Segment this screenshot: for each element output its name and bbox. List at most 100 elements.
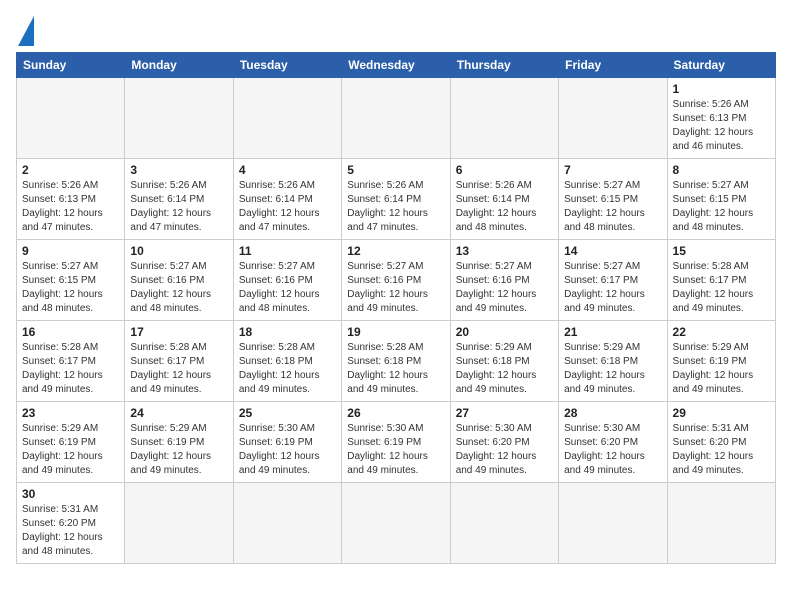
- day-info: Sunrise: 5:27 AMSunset: 6:17 PMDaylight:…: [564, 261, 645, 314]
- calendar-day-cell: 17 Sunrise: 5:28 AMSunset: 6:17 PMDaylig…: [125, 321, 233, 402]
- calendar-day-cell: [233, 78, 341, 159]
- calendar-day-cell: 9 Sunrise: 5:27 AMSunset: 6:15 PMDayligh…: [17, 240, 125, 321]
- day-info: Sunrise: 5:30 AMSunset: 6:20 PMDaylight:…: [456, 423, 537, 476]
- calendar-day-cell: 7 Sunrise: 5:27 AMSunset: 6:15 PMDayligh…: [559, 159, 667, 240]
- day-number: 26: [347, 406, 444, 420]
- day-info: Sunrise: 5:26 AMSunset: 6:13 PMDaylight:…: [673, 99, 754, 152]
- calendar-day-cell: 29 Sunrise: 5:31 AMSunset: 6:20 PMDaylig…: [667, 402, 775, 483]
- calendar-day-cell: 23 Sunrise: 5:29 AMSunset: 6:19 PMDaylig…: [17, 402, 125, 483]
- calendar-day-cell: 18 Sunrise: 5:28 AMSunset: 6:18 PMDaylig…: [233, 321, 341, 402]
- calendar-header-row: SundayMondayTuesdayWednesdayThursdayFrid…: [17, 53, 776, 78]
- day-number: 10: [130, 244, 227, 258]
- day-info: Sunrise: 5:28 AMSunset: 6:17 PMDaylight:…: [22, 342, 103, 395]
- day-number: 30: [22, 487, 119, 501]
- day-number: 24: [130, 406, 227, 420]
- day-info: Sunrise: 5:26 AMSunset: 6:14 PMDaylight:…: [239, 180, 320, 233]
- day-number: 20: [456, 325, 553, 339]
- day-info: Sunrise: 5:27 AMSunset: 6:16 PMDaylight:…: [130, 261, 211, 314]
- calendar-day-cell: [450, 78, 558, 159]
- day-info: Sunrise: 5:30 AMSunset: 6:19 PMDaylight:…: [239, 423, 320, 476]
- day-number: 18: [239, 325, 336, 339]
- day-number: 15: [673, 244, 770, 258]
- calendar-week-row: 1 Sunrise: 5:26 AMSunset: 6:13 PMDayligh…: [17, 78, 776, 159]
- day-number: 21: [564, 325, 661, 339]
- calendar-day-cell: 10 Sunrise: 5:27 AMSunset: 6:16 PMDaylig…: [125, 240, 233, 321]
- day-number: 12: [347, 244, 444, 258]
- day-info: Sunrise: 5:26 AMSunset: 6:13 PMDaylight:…: [22, 180, 103, 233]
- calendar-table: SundayMondayTuesdayWednesdayThursdayFrid…: [16, 52, 776, 564]
- day-info: Sunrise: 5:29 AMSunset: 6:19 PMDaylight:…: [130, 423, 211, 476]
- calendar-day-cell: [559, 78, 667, 159]
- day-number: 23: [22, 406, 119, 420]
- calendar-day-cell: 11 Sunrise: 5:27 AMSunset: 6:16 PMDaylig…: [233, 240, 341, 321]
- calendar-day-cell: 30 Sunrise: 5:31 AMSunset: 6:20 PMDaylig…: [17, 483, 125, 564]
- calendar-day-cell: 2 Sunrise: 5:26 AMSunset: 6:13 PMDayligh…: [17, 159, 125, 240]
- logo: [16, 16, 34, 46]
- day-number: 9: [22, 244, 119, 258]
- calendar-day-cell: [125, 78, 233, 159]
- day-number: 6: [456, 163, 553, 177]
- calendar-day-cell: [17, 78, 125, 159]
- page-header: [16, 16, 776, 46]
- day-info: Sunrise: 5:29 AMSunset: 6:18 PMDaylight:…: [456, 342, 537, 395]
- day-info: Sunrise: 5:26 AMSunset: 6:14 PMDaylight:…: [130, 180, 211, 233]
- day-of-week-header: Monday: [125, 53, 233, 78]
- calendar-day-cell: 3 Sunrise: 5:26 AMSunset: 6:14 PMDayligh…: [125, 159, 233, 240]
- calendar-day-cell: [342, 483, 450, 564]
- day-info: Sunrise: 5:28 AMSunset: 6:18 PMDaylight:…: [347, 342, 428, 395]
- day-info: Sunrise: 5:27 AMSunset: 6:15 PMDaylight:…: [22, 261, 103, 314]
- day-number: 29: [673, 406, 770, 420]
- calendar-day-cell: 6 Sunrise: 5:26 AMSunset: 6:14 PMDayligh…: [450, 159, 558, 240]
- calendar-day-cell: [450, 483, 558, 564]
- calendar-day-cell: [125, 483, 233, 564]
- day-info: Sunrise: 5:27 AMSunset: 6:16 PMDaylight:…: [239, 261, 320, 314]
- day-info: Sunrise: 5:26 AMSunset: 6:14 PMDaylight:…: [456, 180, 537, 233]
- calendar-day-cell: 15 Sunrise: 5:28 AMSunset: 6:17 PMDaylig…: [667, 240, 775, 321]
- calendar-day-cell: 8 Sunrise: 5:27 AMSunset: 6:15 PMDayligh…: [667, 159, 775, 240]
- day-number: 8: [673, 163, 770, 177]
- calendar-day-cell: [233, 483, 341, 564]
- calendar-day-cell: 28 Sunrise: 5:30 AMSunset: 6:20 PMDaylig…: [559, 402, 667, 483]
- logo-triangle-icon: [18, 16, 34, 46]
- day-number: 4: [239, 163, 336, 177]
- day-number: 27: [456, 406, 553, 420]
- calendar-day-cell: 4 Sunrise: 5:26 AMSunset: 6:14 PMDayligh…: [233, 159, 341, 240]
- day-info: Sunrise: 5:29 AMSunset: 6:19 PMDaylight:…: [673, 342, 754, 395]
- day-info: Sunrise: 5:31 AMSunset: 6:20 PMDaylight:…: [673, 423, 754, 476]
- day-info: Sunrise: 5:28 AMSunset: 6:17 PMDaylight:…: [673, 261, 754, 314]
- day-info: Sunrise: 5:30 AMSunset: 6:20 PMDaylight:…: [564, 423, 645, 476]
- day-number: 7: [564, 163, 661, 177]
- calendar-day-cell: 5 Sunrise: 5:26 AMSunset: 6:14 PMDayligh…: [342, 159, 450, 240]
- day-number: 22: [673, 325, 770, 339]
- calendar-day-cell: 14 Sunrise: 5:27 AMSunset: 6:17 PMDaylig…: [559, 240, 667, 321]
- day-number: 13: [456, 244, 553, 258]
- calendar-day-cell: [667, 483, 775, 564]
- day-number: 25: [239, 406, 336, 420]
- calendar-day-cell: [342, 78, 450, 159]
- calendar-day-cell: [559, 483, 667, 564]
- day-number: 5: [347, 163, 444, 177]
- day-info: Sunrise: 5:29 AMSunset: 6:19 PMDaylight:…: [22, 423, 103, 476]
- day-info: Sunrise: 5:28 AMSunset: 6:18 PMDaylight:…: [239, 342, 320, 395]
- day-of-week-header: Thursday: [450, 53, 558, 78]
- day-of-week-header: Tuesday: [233, 53, 341, 78]
- calendar-week-row: 2 Sunrise: 5:26 AMSunset: 6:13 PMDayligh…: [17, 159, 776, 240]
- calendar-day-cell: 27 Sunrise: 5:30 AMSunset: 6:20 PMDaylig…: [450, 402, 558, 483]
- calendar-week-row: 23 Sunrise: 5:29 AMSunset: 6:19 PMDaylig…: [17, 402, 776, 483]
- calendar-day-cell: 24 Sunrise: 5:29 AMSunset: 6:19 PMDaylig…: [125, 402, 233, 483]
- day-info: Sunrise: 5:27 AMSunset: 6:16 PMDaylight:…: [456, 261, 537, 314]
- calendar-week-row: 9 Sunrise: 5:27 AMSunset: 6:15 PMDayligh…: [17, 240, 776, 321]
- day-of-week-header: Friday: [559, 53, 667, 78]
- day-number: 2: [22, 163, 119, 177]
- day-number: 14: [564, 244, 661, 258]
- calendar-week-row: 16 Sunrise: 5:28 AMSunset: 6:17 PMDaylig…: [17, 321, 776, 402]
- day-of-week-header: Sunday: [17, 53, 125, 78]
- day-number: 11: [239, 244, 336, 258]
- calendar-day-cell: 13 Sunrise: 5:27 AMSunset: 6:16 PMDaylig…: [450, 240, 558, 321]
- day-info: Sunrise: 5:27 AMSunset: 6:15 PMDaylight:…: [564, 180, 645, 233]
- calendar-day-cell: 21 Sunrise: 5:29 AMSunset: 6:18 PMDaylig…: [559, 321, 667, 402]
- calendar-day-cell: 16 Sunrise: 5:28 AMSunset: 6:17 PMDaylig…: [17, 321, 125, 402]
- day-number: 16: [22, 325, 119, 339]
- day-of-week-header: Saturday: [667, 53, 775, 78]
- calendar-day-cell: 12 Sunrise: 5:27 AMSunset: 6:16 PMDaylig…: [342, 240, 450, 321]
